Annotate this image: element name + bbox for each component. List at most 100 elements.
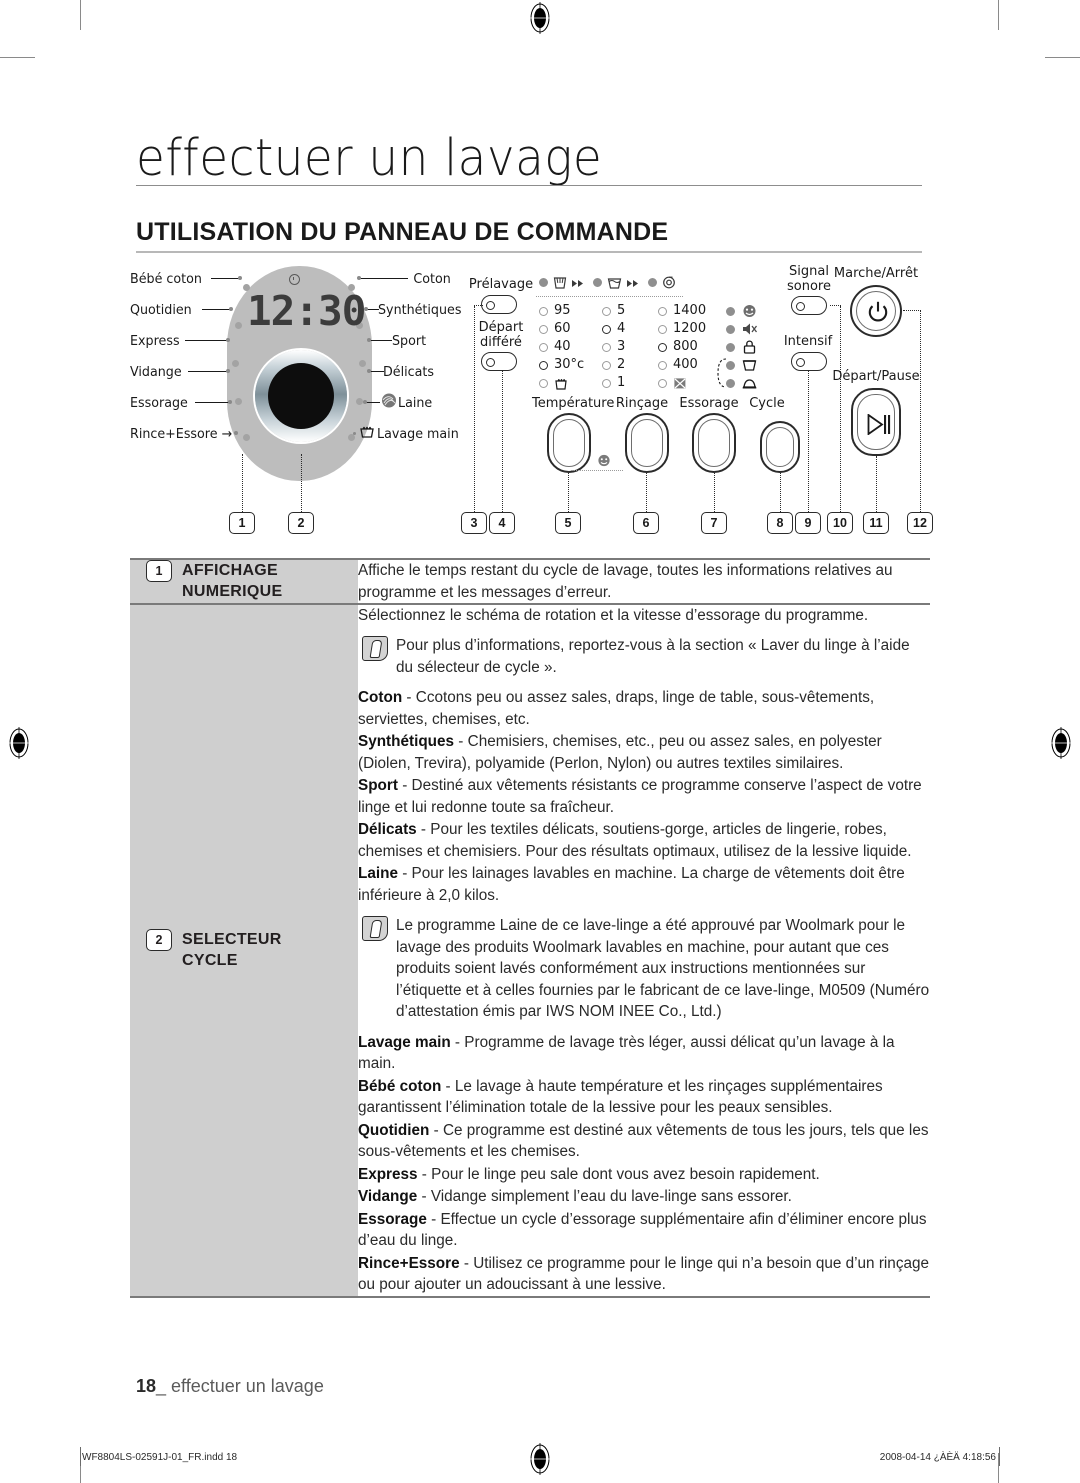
paragraph: Vidange - Vidange simplement l’eau du la… [358,1186,930,1208]
led-temp-60 [539,325,548,334]
table-row: 1 AFFICHAGE NUMERIQUE Affiche le temps res… [130,560,930,603]
digital-display: 12:30 [247,287,366,335]
callout-leader-6 [646,473,647,512]
led-status-rinse-hold [726,361,735,370]
signal-sonore-toggle[interactable] [791,296,827,315]
cycle-selector-knob[interactable] [255,350,347,442]
leader-line [185,340,227,341]
led-label-temp-60: 60 [554,321,571,336]
dial-label-bebe-coton: Bébé coton [130,271,202,287]
rinse-hold-icon [742,360,757,371]
leader-dot [364,307,368,311]
led-label-temp-95: 95 [554,303,571,318]
table-row-content-1: Affiche le temps restant du cycle de lav… [358,560,930,603]
led-label-rinse-5: 5 [617,303,626,318]
led-status-smile [726,307,735,316]
table-row-label-1: 1 AFFICHAGE NUMERIQUE [130,560,358,603]
led-spin-1200 [658,325,667,334]
led-spin-1400 [658,307,667,316]
iron-icon [742,379,757,389]
start-pause-button[interactable] [851,388,901,456]
leader-dot [367,369,371,373]
led-spin-400 [658,361,667,370]
led-status-iron [726,379,735,388]
paragraph: Laine - Pour les lainages lavables en ma… [358,863,930,906]
prelavage-toggle[interactable] [481,295,517,314]
dial-label-vidange: Vidange [130,364,182,380]
callout-leader-11 [876,456,877,512]
callout-number-7: 7 [701,512,727,534]
crop-mark-top-left [80,0,81,30]
callout-number-10: 10 [827,512,853,534]
button-label-rincage: Rinçage [615,396,669,411]
leader-dot [238,276,242,280]
led-spin-800 [658,343,667,352]
dial-label-rince-essore: Rince+Essore → [130,426,233,442]
essorage-button[interactable] [692,413,736,473]
callout-leader-3-h [474,305,483,306]
paragraph: Bébé coton - Le lavage à haute températu… [358,1076,930,1119]
button-label-essorage: Essorage [679,396,739,411]
table-row-label-2: 2 SELECTEUR CYCLE [130,604,358,1296]
term-desc: - Pour les textiles délicats, soutiens-g… [358,821,912,860]
leader-line [370,340,392,341]
power-icon [868,301,888,322]
paragraph: Coton - Ccotons peu ou assez sales, drap… [358,687,930,730]
callout-number-2: 2 [288,512,314,534]
paragraph: Synthétiques - Chemisiers, chemises, etc… [358,731,930,774]
callout-leader-7 [714,473,715,512]
paragraph: Délicats - Pour les textiles délicats, s… [358,819,930,862]
page-number: 18 [136,1376,157,1396]
note-text: Pour plus d’informations, reportez-vous … [396,637,910,676]
callout-number-12: 12 [907,512,933,534]
cycle-button[interactable] [760,421,800,473]
cycle-selector-dial-body: 12:30 [227,266,372,481]
led-label-rinse-4: 4 [617,321,626,336]
row-label-line2: NUMERIQUE [182,583,283,600]
led-label-spin-1400: 1400 [673,303,707,318]
paragraph: Sélectionnez le schéma de rotation et la… [358,606,869,624]
registration-mark-right [1050,727,1072,759]
control-description-table: 1 AFFICHAGE NUMERIQUE Affiche le temps res… [130,558,930,1298]
imprint-rule-left [80,1447,81,1466]
button-label-temperature: Température [532,396,615,411]
registration-mark-left [8,727,30,759]
wool-icon [382,393,396,408]
chapter-title: effectuer un lavage [136,129,603,188]
dial-label-essorage: Essorage [130,395,188,411]
leader-dot [226,369,230,373]
callout-leader-8 [780,473,781,512]
note-block: Pour plus d’informations, reportez-vous … [358,635,930,678]
temperature-button[interactable] [547,413,591,473]
row-index-2: 2 [146,929,172,951]
term: Bébé coton [358,1077,442,1095]
control-panel-diagram: 12:30 Bébé coton Quotidien Express Vidan… [130,258,933,543]
dial-label-lavage-main: Lavage main [377,426,459,442]
callout-leader-2 [301,454,302,512]
arrow-next-icon [572,280,583,287]
power-button[interactable] [850,285,902,337]
term: Rince+Essore [358,1254,460,1272]
progress-led-wash [539,278,548,287]
dial-label-delicats: Délicats [383,364,434,380]
callout-leader-9 [808,370,809,512]
led-temp-40 [539,343,548,352]
led-label-rinse-2: 2 [617,357,626,372]
note-icon [362,916,388,941]
term: Laine [358,865,398,882]
callout-number-1: 1 [229,512,255,534]
row-label-line1: AFFICHAGE [182,562,279,579]
panel-separator [536,296,683,297]
led-label-spin-800: 800 [673,339,698,354]
led-temp-cold [539,379,548,388]
callout-leader-5 [568,473,569,512]
cycle-selector-knob-center[interactable] [268,363,334,429]
depart-differe-toggle[interactable] [481,352,517,371]
led-label-temp-30: 30°c [554,357,585,372]
paragraph: Sport - Destiné aux vêtements résistants… [358,775,930,818]
callout-number-11: 11 [863,512,889,534]
progress-led-spin [648,278,657,287]
rincage-button[interactable] [625,413,669,473]
folio: 18_ effectuer un lavage [136,1376,324,1396]
leader-line [202,309,230,310]
